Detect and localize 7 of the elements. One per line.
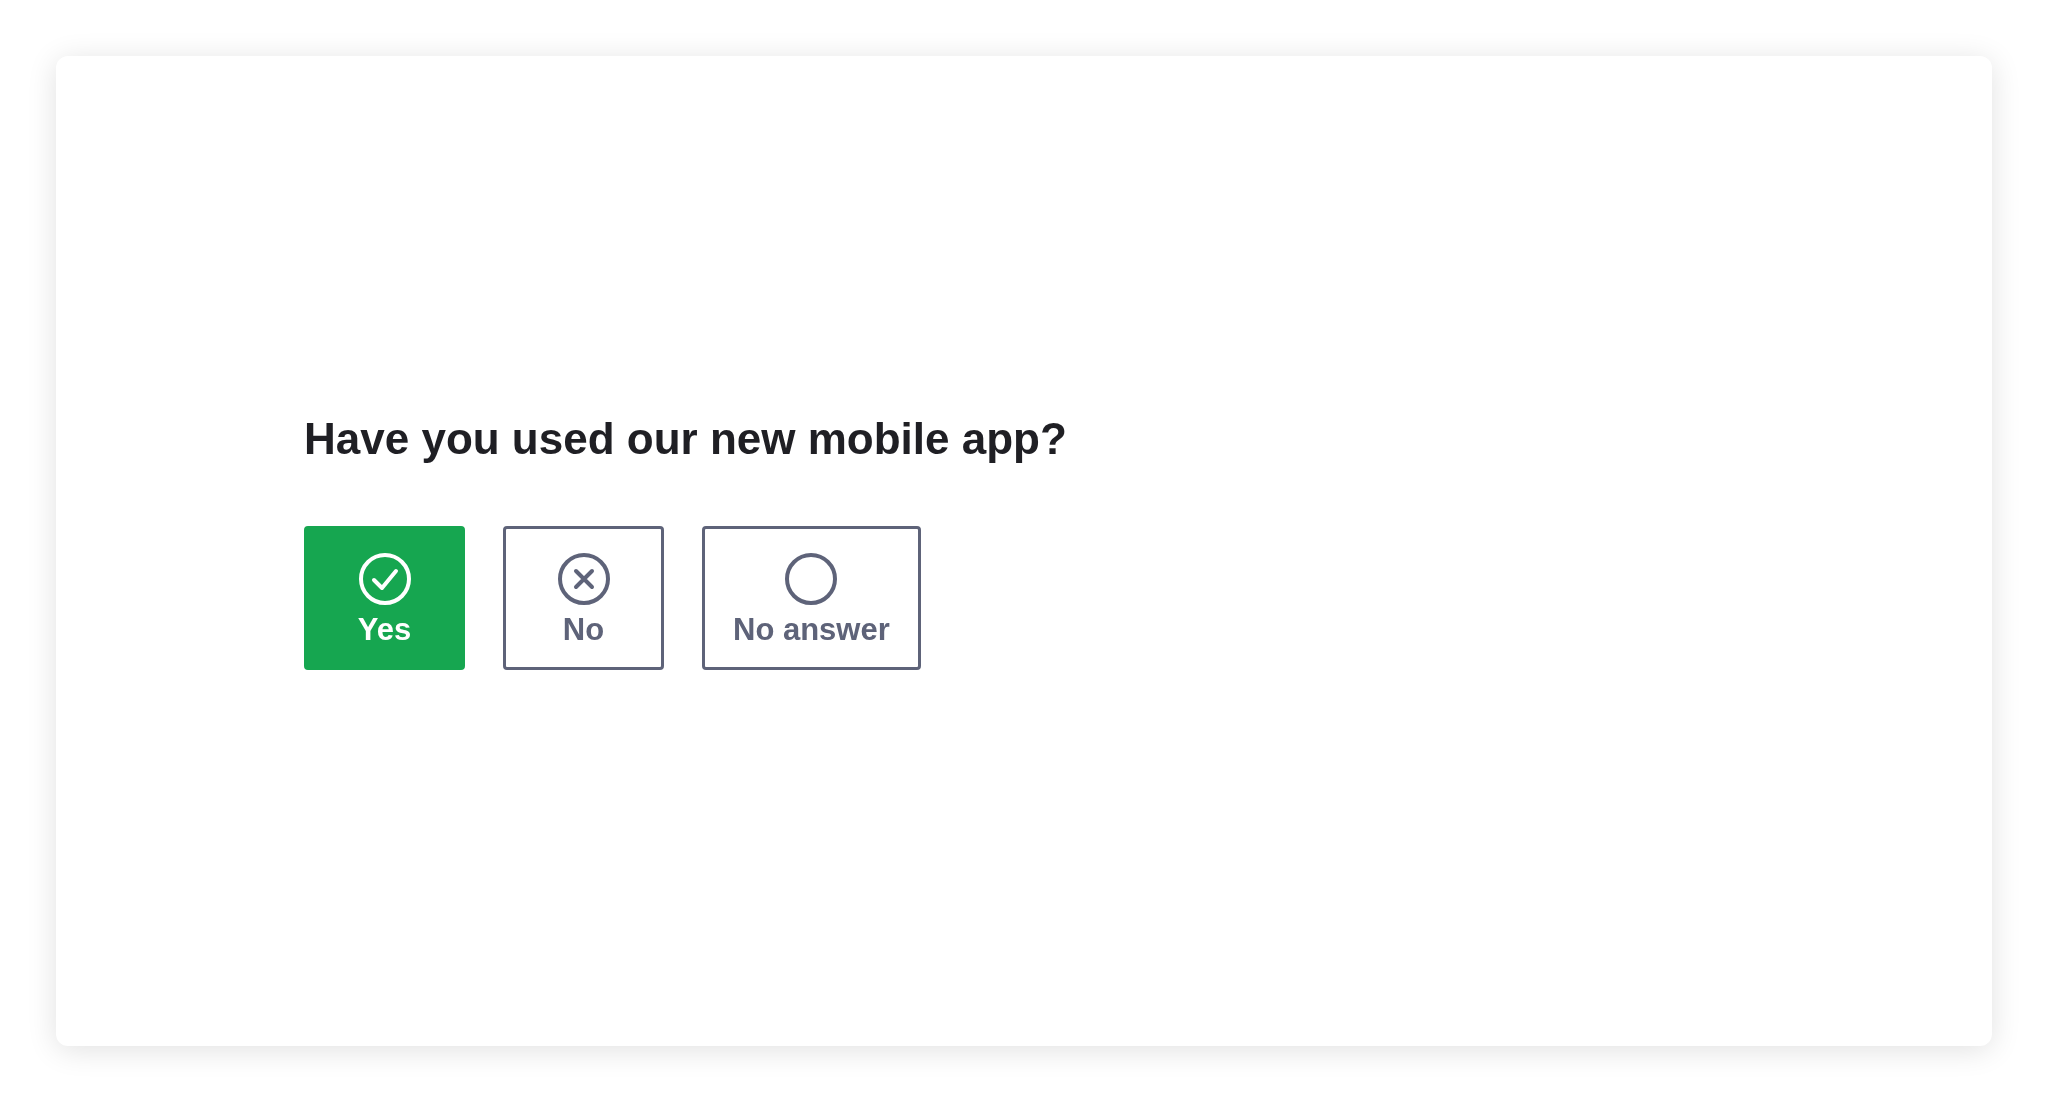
answer-option[interactable]: No — [503, 526, 664, 670]
question-text: Have you used our new mobile app? — [304, 413, 1068, 465]
cross-circle-icon — [556, 551, 611, 606]
answer-option[interactable]: No answer — [702, 526, 921, 670]
check-circle-icon — [357, 551, 412, 606]
answer-option[interactable]: Yes — [304, 526, 465, 670]
circle-icon — [784, 551, 839, 606]
